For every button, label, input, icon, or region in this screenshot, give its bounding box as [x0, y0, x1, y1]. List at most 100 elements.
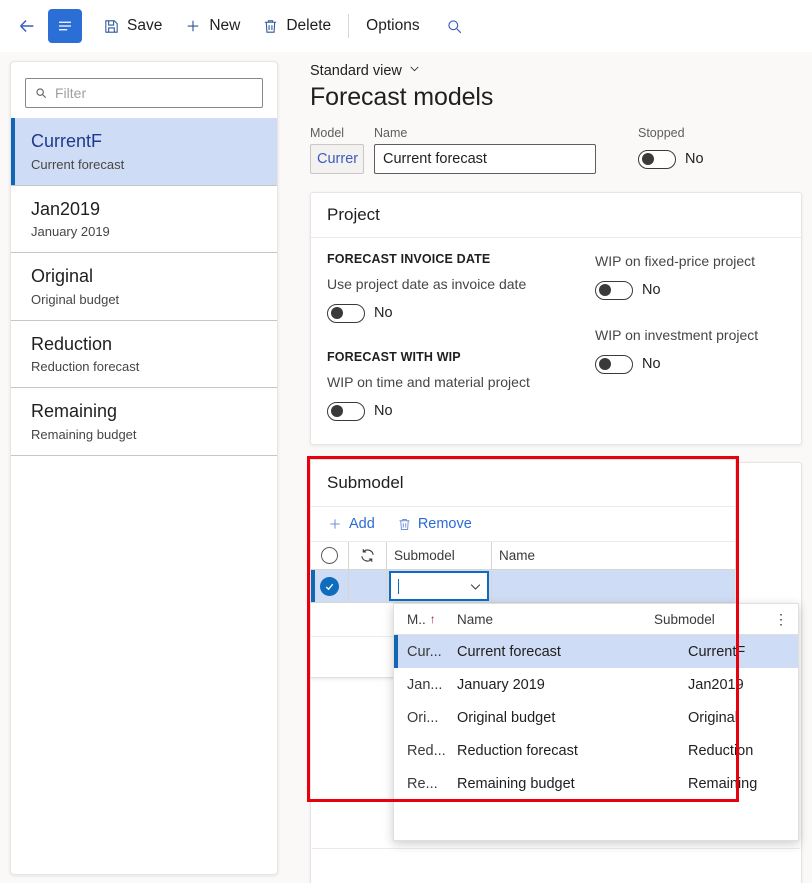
more-vertical-icon[interactable]: ⋮: [764, 611, 798, 628]
dropdown-header-row: M.. ↑ Name Submodel ⋮: [394, 604, 798, 635]
wip-time-material-value: No: [374, 403, 393, 419]
submodel-combobox[interactable]: [389, 571, 489, 601]
list-item-subtitle: January 2019: [31, 224, 277, 239]
list-item[interactable]: Reduction Reduction forecast: [11, 321, 277, 389]
list-item-subtitle: Current forecast: [31, 157, 277, 172]
stopped-field: Stopped No: [638, 126, 704, 174]
list-item[interactable]: CurrentF Current forecast: [11, 118, 277, 186]
trash-icon: [397, 517, 412, 532]
list-item-title: Jan2019: [31, 198, 277, 221]
submodel-combobox-cell: [387, 570, 492, 602]
search-icon[interactable]: [437, 9, 473, 43]
back-icon[interactable]: [10, 9, 44, 43]
forecast-with-wip-group: FORECAST WITH WIP WIP on time and materi…: [327, 350, 595, 426]
options-button[interactable]: Options: [355, 9, 430, 43]
hamburger-icon[interactable]: [48, 9, 82, 43]
sort-ascending-icon: ↑: [430, 612, 436, 626]
row-name-cell[interactable]: [492, 570, 735, 602]
plus-icon: [184, 17, 202, 35]
dropdown-cell-name: Remaining budget: [453, 776, 688, 792]
toggle-knob: [599, 284, 611, 296]
wip-investment-block: WIP on investment project No: [595, 327, 785, 379]
select-circle-icon[interactable]: [311, 542, 349, 569]
delete-button[interactable]: Delete: [251, 9, 342, 43]
list-item[interactable]: Remaining Remaining budget: [11, 388, 277, 456]
filter-input[interactable]: Filter: [25, 78, 263, 108]
use-project-date-label: Use project date as invoice date: [327, 276, 595, 292]
list-item[interactable]: Jan... January 2019 Jan2019: [394, 668, 798, 701]
wip-time-material-toggle[interactable]: [327, 402, 365, 421]
use-project-date-value: No: [374, 305, 393, 321]
options-label: Options: [366, 17, 419, 35]
dropdown-footer-space: [394, 800, 798, 840]
stopped-value: No: [685, 151, 704, 167]
list-item-subtitle: Reduction forecast: [31, 359, 277, 374]
group-header: FORECAST WITH WIP: [327, 350, 595, 364]
chevron-down-icon: [408, 62, 421, 79]
list-item-subtitle: Original budget: [31, 292, 277, 307]
stopped-label: Stopped: [638, 126, 704, 140]
project-card-title: Project: [311, 193, 801, 238]
table-row[interactable]: [311, 570, 735, 603]
wip-investment-label: WIP on investment project: [595, 327, 785, 343]
records-list-panel: Filter CurrentF Current forecast Jan2019…: [10, 61, 278, 875]
dropdown-cell-model: Red...: [407, 743, 453, 759]
column-header-submodel[interactable]: Submodel: [387, 542, 492, 569]
view-selector[interactable]: Standard view: [300, 52, 812, 79]
delete-label: Delete: [286, 17, 331, 35]
header-fields: Model Currer Name Current forecast Stopp…: [300, 112, 812, 174]
forecast-invoice-date-group: FORECAST INVOICE DATE Use project date a…: [327, 252, 595, 328]
view-selector-label: Standard view: [310, 63, 402, 79]
list-item[interactable]: Red... Reduction forecast Reduction: [394, 734, 798, 767]
group-header: FORECAST INVOICE DATE: [327, 252, 595, 266]
dropdown-cell-name: Original budget: [453, 710, 688, 726]
dropdown-cell-name: Current forecast: [453, 644, 688, 660]
toggle-knob: [331, 307, 343, 319]
name-label: Name: [374, 126, 596, 140]
add-button[interactable]: Add: [327, 516, 375, 532]
toggle-knob: [599, 358, 611, 370]
list-item[interactable]: Re... Remaining budget Remaining: [394, 767, 798, 800]
chevron-down-icon[interactable]: [468, 579, 483, 594]
list-item-title: CurrentF: [31, 130, 277, 153]
list-item[interactable]: Cur... Current forecast CurrentF: [394, 635, 798, 668]
name-input[interactable]: Current forecast: [374, 144, 596, 174]
dropdown-column-name[interactable]: Name: [453, 612, 654, 627]
list-item-subtitle: Remaining budget: [31, 427, 277, 442]
list-item[interactable]: Jan2019 January 2019: [11, 186, 277, 254]
use-project-date-toggle[interactable]: [327, 304, 365, 323]
model-label: Model: [310, 126, 364, 140]
new-button[interactable]: New: [173, 9, 251, 43]
card-divider: [312, 848, 800, 849]
dropdown-cell-submodel: Remaining: [688, 776, 798, 792]
toolbar-divider: [348, 14, 349, 38]
save-label: Save: [127, 17, 162, 35]
dropdown-cell-submodel: Reduction: [688, 743, 798, 759]
main-content: Standard view Forecast models Model Curr…: [300, 52, 812, 883]
column-header-name[interactable]: Name: [492, 542, 735, 569]
dropdown-column-submodel[interactable]: Submodel: [654, 612, 764, 627]
remove-label: Remove: [418, 516, 472, 532]
model-value[interactable]: Currer: [310, 144, 364, 174]
remove-button[interactable]: Remove: [397, 516, 472, 532]
wip-investment-toggle[interactable]: [595, 355, 633, 374]
refresh-icon[interactable]: [349, 542, 387, 569]
wip-fixed-price-toggle[interactable]: [595, 281, 633, 300]
save-button[interactable]: Save: [92, 9, 173, 43]
list-item[interactable]: Original Original budget: [11, 253, 277, 321]
dropdown-cell-submodel: CurrentF: [688, 644, 798, 660]
dropdown-cell-submodel: Jan2019: [688, 677, 798, 693]
dropdown-column-model[interactable]: M.. ↑: [407, 612, 453, 627]
grid-header-row: Submodel Name: [311, 542, 735, 570]
dropdown-cell-model: Jan...: [407, 677, 453, 693]
stopped-toggle[interactable]: [638, 150, 676, 169]
toggle-knob: [642, 153, 654, 165]
list-item[interactable]: Ori... Original budget Original: [394, 701, 798, 734]
project-card: Project FORECAST INVOICE DATE Use projec…: [310, 192, 802, 445]
check-circle-icon[interactable]: [311, 570, 349, 602]
trash-icon: [262, 18, 279, 35]
add-label: Add: [349, 516, 375, 532]
dropdown-cell-name: January 2019: [453, 677, 688, 693]
save-icon: [103, 18, 120, 35]
row-update-cell: [349, 570, 387, 602]
